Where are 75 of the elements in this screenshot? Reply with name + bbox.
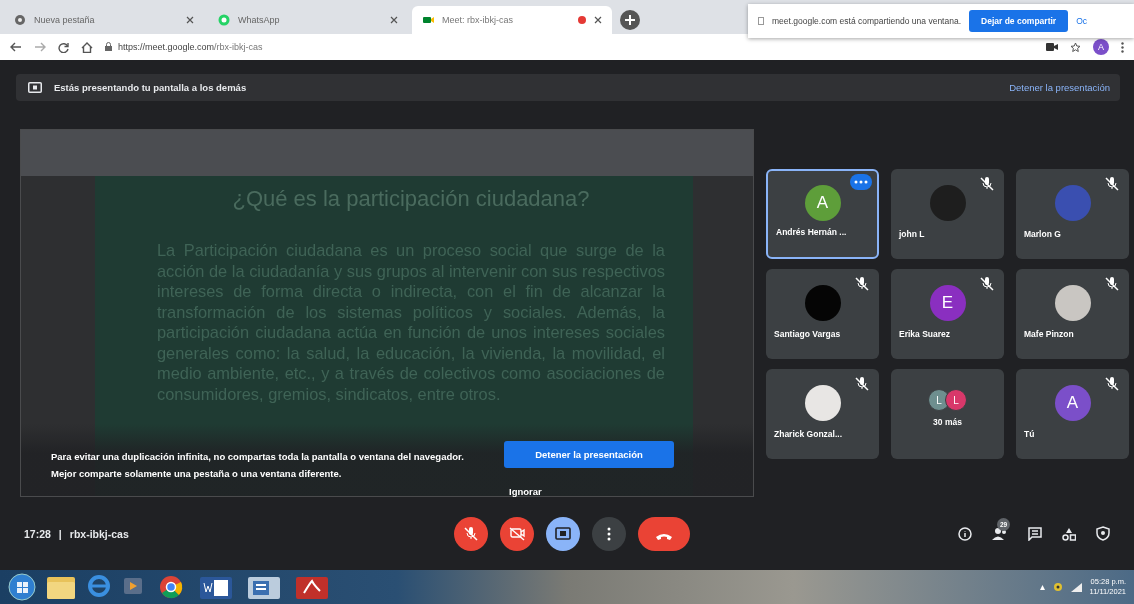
participant-name: Santiago Vargas — [774, 329, 841, 340]
dismiss-button[interactable]: Ignorar — [507, 484, 544, 500]
participant-tile[interactable]: Mafe Pinzon — [1016, 269, 1129, 360]
muted-microphone-icon — [1105, 377, 1119, 392]
close-icon[interactable] — [390, 16, 398, 24]
participant-name: Zharick Gonzal... — [774, 429, 843, 440]
url-field[interactable]: https://meet.google.com/rbx-ibkj-cas — [105, 42, 263, 52]
signal-icon[interactable] — [1070, 582, 1082, 592]
hide-link[interactable]: Oc — [1076, 16, 1087, 26]
muted-microphone-icon — [1105, 177, 1119, 192]
participant-name: Tú — [1024, 429, 1035, 440]
participant-tile[interactable]: Zharick Gonzal... — [766, 369, 879, 460]
avatar: L — [945, 389, 967, 412]
stop-sharing-button[interactable]: Dejar de compartir — [969, 10, 1069, 32]
video-camera-icon — [422, 14, 434, 26]
hang-up-button[interactable] — [638, 516, 690, 551]
avatar: A — [1054, 385, 1091, 422]
participant-name: Erika Suarez — [899, 329, 951, 340]
muted-microphone-button[interactable] — [454, 516, 488, 551]
present-screen-icon — [28, 82, 42, 94]
globe-icon — [14, 14, 26, 26]
browser-tab[interactable]: Meet: rbx-ibkj-cas — [412, 6, 612, 34]
banner-text: Estás presentando tu pantalla a los demás — [54, 82, 247, 94]
more-participants-label: 30 más — [933, 417, 962, 428]
close-icon[interactable] — [186, 16, 194, 24]
activities-icon[interactable] — [1062, 526, 1076, 541]
participant-name: john L — [899, 229, 925, 240]
stop-presenting-button[interactable]: Detener la presentación — [504, 441, 674, 469]
participant-name: Andrés Hernán ... — [776, 227, 847, 238]
chat-icon[interactable] — [1028, 526, 1042, 541]
meeting-code: rbx-ibkj-cas — [69, 527, 129, 540]
muted-microphone-icon — [980, 177, 994, 192]
more-options-button[interactable] — [592, 516, 626, 551]
star-icon[interactable] — [1070, 41, 1081, 53]
participant-tile[interactable]: john L — [891, 169, 1004, 260]
muted-microphone-icon — [855, 377, 869, 392]
camera-off-button[interactable] — [500, 516, 534, 551]
avatar: E — [929, 285, 966, 322]
share-notice-text: meet.google.com está compartiendo una ventana. — [772, 16, 961, 26]
close-icon[interactable] — [594, 16, 602, 24]
more-options-icon[interactable] — [850, 174, 872, 191]
shield-icon[interactable] — [1096, 526, 1110, 542]
browser-tab[interactable]: Nueva pestaña — [4, 6, 204, 34]
participant-tile[interactable]: E Erika Suarez — [891, 269, 1004, 360]
info-icon[interactable] — [958, 526, 972, 541]
start-orb-icon[interactable] — [8, 573, 36, 601]
meeting-time: 17:28 — [24, 527, 51, 540]
tray-arrow-icon[interactable] — [1039, 584, 1045, 590]
participant-tile[interactable]: Santiago Vargas — [766, 269, 879, 360]
participant-name: Mafe Pinzon — [1024, 329, 1074, 340]
present-screen-button[interactable] — [546, 516, 580, 551]
recording-dot-icon — [578, 16, 586, 24]
participant-tile[interactable]: A Tú — [1016, 369, 1129, 460]
participant-name: Marlon G — [1024, 229, 1061, 240]
separator-text: | — [58, 527, 62, 540]
status-circle-icon[interactable] — [1052, 582, 1063, 592]
warning-text: Para evitar una duplicación infinita, no compartas toda la pantalla o ventana del navegador. Mejor comparte solamente una pestaña o una ventana diferente. — [51, 450, 465, 482]
participant-tile[interactable]: L L 30 más — [891, 369, 1004, 460]
muted-microphone-icon — [855, 277, 869, 292]
browser-tab[interactable]: WhatsApp — [208, 6, 408, 34]
new-tab-icon[interactable] — [620, 10, 640, 30]
muted-microphone-icon — [980, 277, 994, 292]
profile-avatar[interactable]: A — [1093, 39, 1109, 55]
stop-presenting-link[interactable]: Detener la presentación — [1009, 82, 1110, 94]
muted-microphone-icon — [1105, 277, 1119, 292]
reload-icon[interactable] — [58, 41, 69, 53]
lock-icon — [105, 42, 112, 51]
window-icon — [758, 17, 764, 25]
participant-tile[interactable]: A Andrés Hernán ... — [766, 169, 879, 260]
back-arrow-icon[interactable] — [10, 42, 22, 52]
participant-tile[interactable]: Marlon G — [1016, 169, 1129, 260]
home-icon[interactable] — [81, 41, 93, 53]
avatar: A — [804, 185, 841, 222]
menu-icon[interactable] — [1121, 41, 1124, 53]
camera-indicator-icon[interactable] — [1046, 43, 1058, 51]
